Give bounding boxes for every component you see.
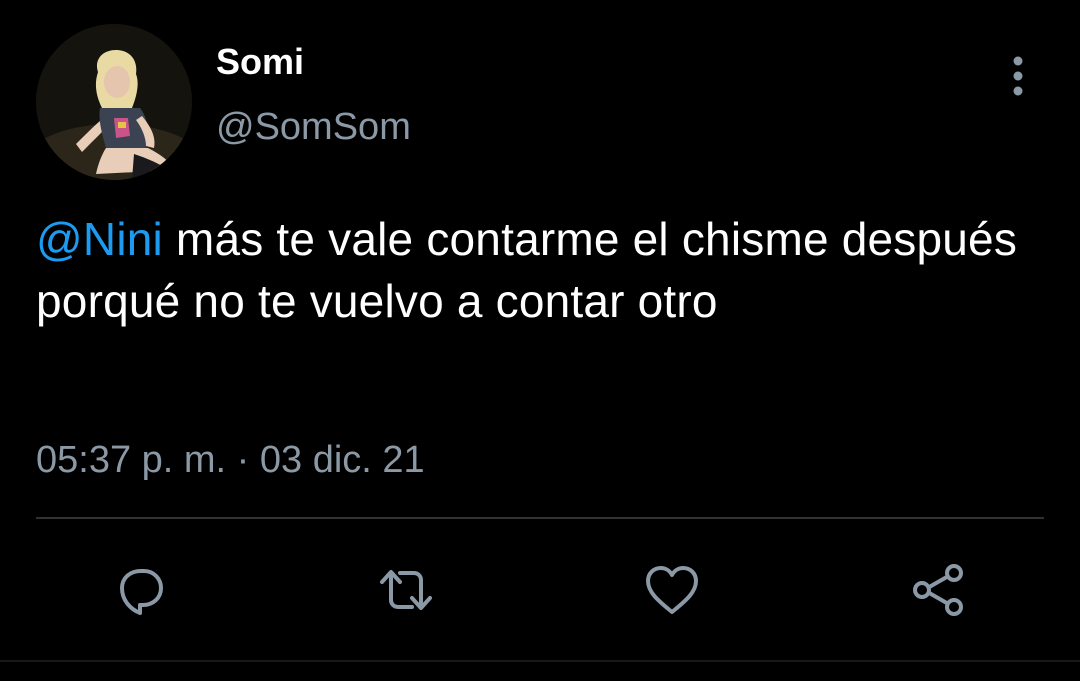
mention-link[interactable]: @Nini [36,213,163,265]
vertical-dots-icon [1013,56,1023,96]
divider [36,517,1044,519]
share-button[interactable] [906,558,970,622]
bottom-divider [0,660,1080,662]
author-handle[interactable]: @SomSom [216,104,411,150]
heart-icon [646,566,698,614]
reply-button[interactable] [108,558,172,622]
retweet-button[interactable] [374,558,438,622]
retweet-arrows-icon [380,570,432,610]
author-display-name[interactable]: Somi [216,40,304,84]
share-nodes-icon [913,564,963,616]
tweet-body: más te vale contarme el chisme después p… [36,213,1018,327]
more-options-button[interactable] [996,52,1040,100]
tweet-detail: Somi @SomSom @Nini más te vale contarme … [0,0,1080,681]
tweet-timestamp[interactable]: 05:37 p. m. · 03 dic. 21 [36,436,425,484]
like-button[interactable] [640,558,704,622]
profile-photo-image [36,24,192,180]
avatar[interactable] [36,24,192,180]
speech-bubble-icon [120,569,163,615]
tweet-text: @Nini más te vale contarme el chisme des… [36,208,1046,332]
